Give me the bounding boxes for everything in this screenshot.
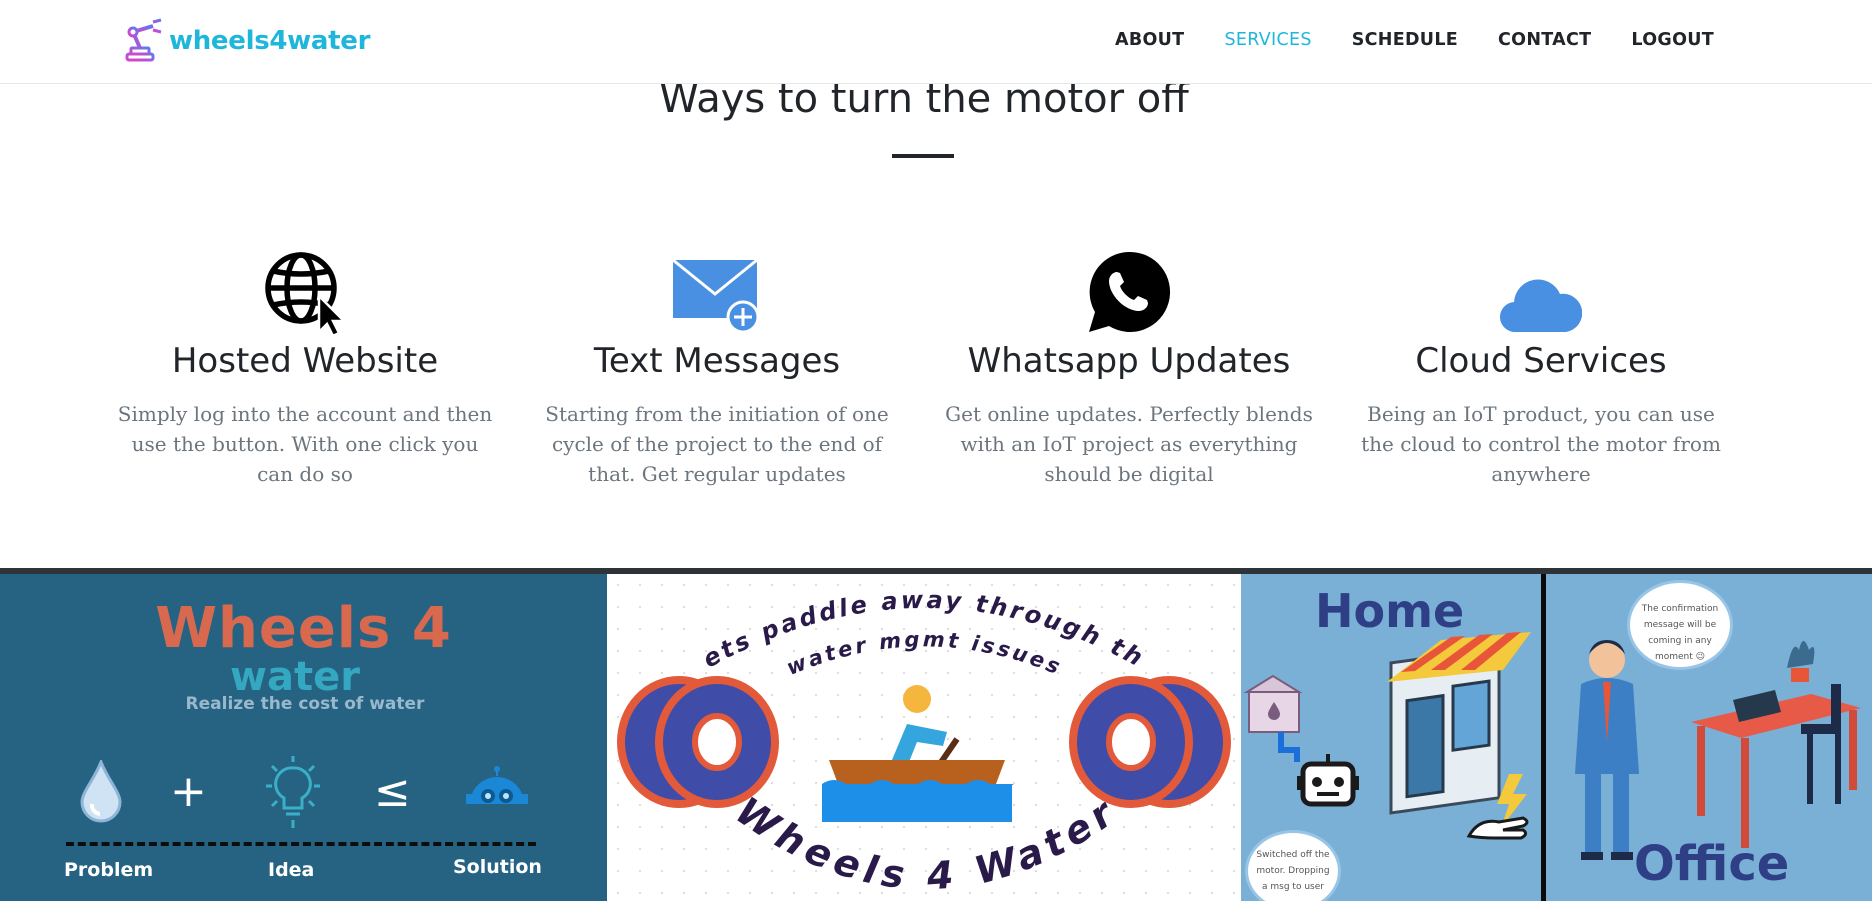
cloud-icon [1499, 274, 1583, 338]
service-description: Get online updates. Perfectly blends wit… [945, 402, 1313, 486]
lightbulb-icon [258, 754, 328, 834]
banner-wheels4water-infographic: Wheels 4 water Realize the cost of water… [0, 574, 607, 901]
office-label: Office [1634, 836, 1790, 892]
arc-text-top: Lets paddle away through the [607, 574, 1147, 673]
nav-contact[interactable]: CONTACT [1498, 30, 1591, 50]
nav-services[interactable]: SERVICES [1224, 30, 1311, 50]
robot-head-icon [466, 764, 528, 818]
brand-name: wheels4water [169, 26, 371, 56]
robot-icon [1297, 754, 1359, 807]
robot-arm-icon [123, 18, 165, 64]
main-nav: ABOUT SERVICES SCHEDULE CONTACT LOGOUT [1075, 30, 1714, 50]
svg-text:water mgmt issues: water mgmt issues [783, 627, 1066, 680]
service-title: Cloud Services [1415, 341, 1667, 381]
wheel-left-icon [617, 676, 779, 808]
label-solution: Solution [453, 856, 542, 878]
service-title: Hosted Website [171, 341, 439, 381]
nav-logout[interactable]: LOGOUT [1631, 30, 1714, 50]
speech-bubble-office: The confirmation message will be coming … [1627, 580, 1733, 670]
label-problem: Problem [64, 859, 154, 881]
plus-symbol: + [170, 766, 207, 817]
arc-text-mid: water mgmt issues [783, 627, 1063, 680]
banner-paddle-away: Lets paddle away through the water mgmt … [607, 574, 1241, 901]
office-desk-icon [1691, 641, 1861, 848]
banner-home-office: Home The confirmation message will be co… [1241, 574, 1872, 901]
water-drop-icon [78, 757, 124, 828]
businessman-icon [1575, 640, 1639, 860]
water-tank-icon [1243, 674, 1303, 762]
service-description: Simply log into the account and then use… [117, 402, 493, 486]
brand[interactable]: wheels4water [123, 18, 370, 64]
envelope-plus-icon [671, 256, 763, 338]
less-equal-symbol: ≤ [374, 766, 411, 817]
service-cloud-services: Cloud Services Being an IoT product, you… [1346, 250, 1736, 489]
wheel-right-icon [1069, 676, 1231, 808]
service-hosted-website: Hosted Website Simply log into the accou… [110, 250, 500, 489]
paddle-illustration: Lets paddle away through the water mgmt … [607, 574, 1231, 899]
service-title: Whatsapp Updates [967, 341, 1291, 381]
label-idea: Idea [268, 859, 315, 881]
service-whatsapp-updates: Whatsapp Updates Get online updates. Per… [934, 250, 1324, 489]
svg-text:Lets paddle away through the: Lets paddle away through the [607, 574, 1150, 673]
nav-about[interactable]: ABOUT [1115, 30, 1184, 50]
whatsapp-icon [1087, 250, 1171, 338]
service-text-messages: Text Messages Starting from the initiati… [522, 250, 912, 489]
service-title: Text Messages [593, 341, 841, 381]
navbar: wheels4water ABOUT SERVICES SCHEDULE CON… [0, 0, 1872, 84]
service-description: Starting from the initiation of one cycl… [545, 402, 889, 486]
rowing-boat-icon [822, 685, 1014, 822]
banner-title: Wheels 4 [155, 596, 452, 661]
nav-schedule[interactable]: SCHEDULE [1352, 30, 1458, 50]
title-divider [892, 154, 954, 158]
service-description: Being an IoT product, you can use the cl… [1361, 402, 1721, 486]
globe-cursor-icon [263, 246, 348, 338]
banner-tagline: Realize the cost of water [185, 694, 425, 714]
timeline-dashes [66, 842, 536, 846]
